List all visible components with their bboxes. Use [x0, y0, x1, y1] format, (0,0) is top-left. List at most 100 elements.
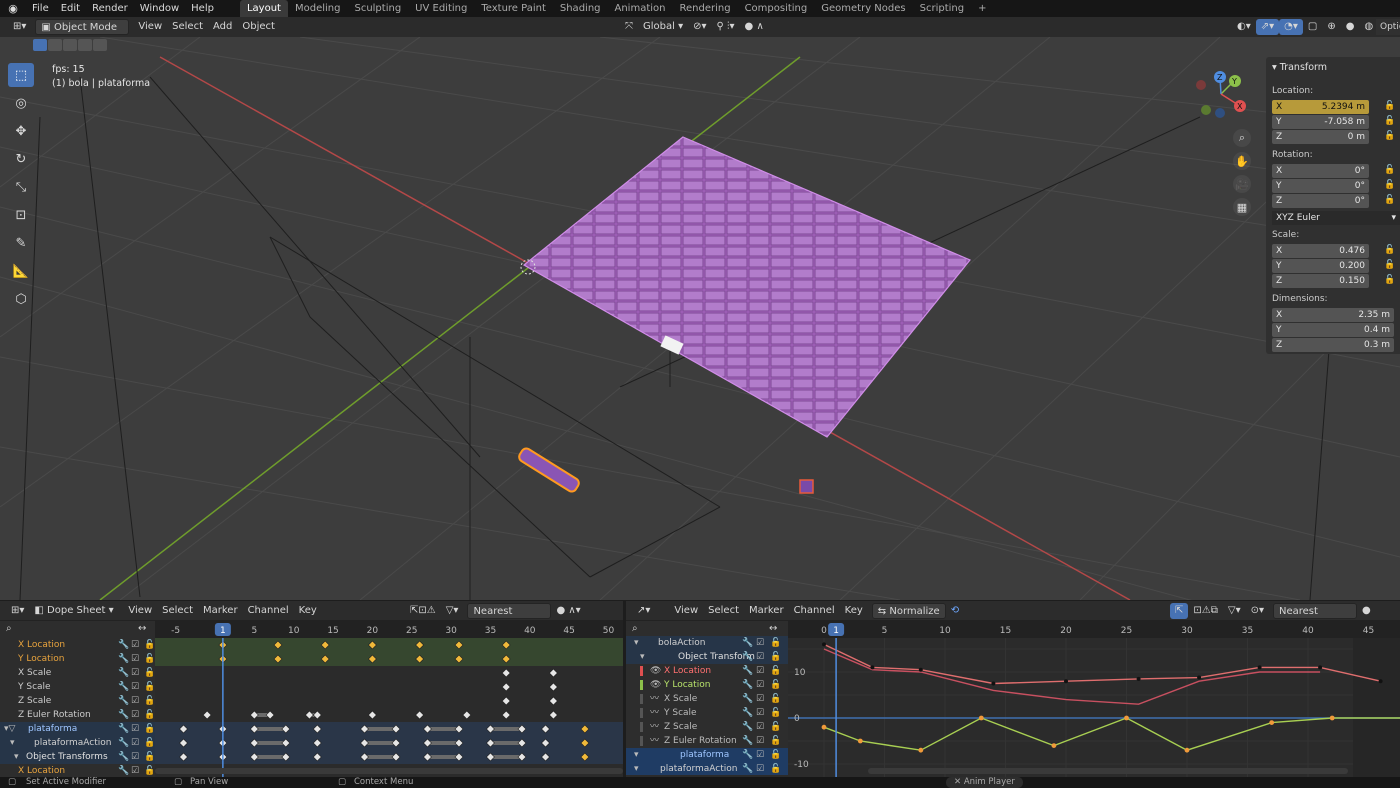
only-selected-icon[interactable]: ⇱	[1170, 603, 1189, 619]
checkbox-icon[interactable]: ☑	[131, 722, 139, 736]
channel-row[interactable]: Y Location 🔧 ☑ 🔓 👁	[626, 678, 788, 692]
modifier-icon[interactable]: 🔧	[742, 706, 753, 720]
curve-icon[interactable]: 〰	[650, 706, 659, 720]
curve-keyframe[interactable]	[1124, 715, 1129, 721]
transform-icon[interactable]: ⊡	[8, 203, 34, 227]
lock-icon[interactable]: 🔓	[1384, 116, 1395, 126]
rotation-x-field[interactable]: X 0°	[1272, 164, 1369, 178]
menu-marker[interactable]: Marker	[744, 603, 789, 619]
channel-row[interactable]: Y Scale 🔧 ☑ 🔓 〰	[626, 706, 788, 720]
lock-icon[interactable]: 🔓	[770, 664, 781, 678]
lock-icon[interactable]: 🔓	[1384, 131, 1395, 141]
lock-icon[interactable]: 🔓	[1384, 165, 1395, 175]
lock-icon[interactable]: 🔓	[770, 650, 781, 664]
rotation-y-field[interactable]: Y 0°	[1272, 179, 1369, 193]
keyframe[interactable]	[312, 710, 322, 720]
curve-keyframe[interactable]	[1136, 676, 1141, 681]
dimensions-x-field[interactable]: X 2.35 m	[1272, 308, 1394, 322]
channel-row[interactable]: plataforma 🔧 ☑ 🔓 ▾	[626, 748, 788, 762]
menu-view[interactable]: View	[133, 19, 167, 35]
pivot-icon[interactable]: ⊙▾	[1246, 603, 1269, 619]
lock-icon[interactable]: 🔓	[770, 706, 781, 720]
tab-rendering[interactable]: Rendering	[672, 0, 737, 17]
curve-keyframe[interactable]	[991, 681, 996, 686]
select-box-icon[interactable]: ⬚	[8, 63, 34, 87]
modifier-icon[interactable]: 🔧	[118, 764, 129, 777]
lock-icon[interactable]: 🔓	[144, 666, 155, 680]
channel-row[interactable]: plataformaAction 🔧 ☑ 🔓 ▾	[0, 736, 155, 750]
horizontal-scrollbar[interactable]	[155, 768, 623, 774]
lock-icon[interactable]: 🔓	[1384, 195, 1395, 205]
swap-icon[interactable]: ↔	[138, 623, 146, 634]
swap-icon[interactable]: ↔	[769, 623, 777, 634]
anim-player-badge[interactable]: ✕ Anim Player	[946, 777, 1023, 788]
snap-icon[interactable]: ⚲ ⫶▾	[712, 19, 740, 35]
graph-editor-type-icon[interactable]: ↗▾	[632, 603, 655, 619]
keyframe[interactable]	[415, 710, 425, 720]
plataforma-mesh[interactable]	[522, 136, 971, 438]
tab-texture-paint[interactable]: Texture Paint	[474, 0, 553, 17]
lock-icon[interactable]: 🔓	[144, 638, 155, 652]
location-x-field[interactable]: X 5.2394 m	[1272, 100, 1369, 114]
dopesheet-timeline[interactable]	[155, 638, 623, 777]
menu-marker[interactable]: Marker	[198, 603, 243, 619]
tab-layout[interactable]: Layout	[239, 0, 288, 17]
lock-icon[interactable]: 🔓	[144, 750, 155, 764]
curve-keyframe[interactable]	[918, 747, 924, 753]
curve-keyframe[interactable]	[1257, 665, 1262, 670]
select-intersect-icon[interactable]	[93, 39, 107, 51]
snap-select[interactable]: Nearest Frame ▾	[467, 603, 552, 633]
checkbox-icon[interactable]: ☑	[131, 694, 139, 708]
close-icon[interactable]: ✕	[954, 777, 964, 787]
eye-icon[interactable]: 👁	[650, 678, 661, 692]
options-button[interactable]: Optio	[1376, 19, 1400, 35]
modifier-icon[interactable]: 🔧	[118, 638, 129, 652]
modifier-icon[interactable]: 🔧	[742, 636, 753, 650]
tab-uv-editing[interactable]: UV Editing	[408, 0, 474, 17]
menu-add[interactable]: Add	[208, 19, 237, 35]
curve-icon[interactable]: 〰	[650, 692, 659, 706]
menu-select[interactable]: Select	[703, 603, 744, 619]
curve-keyframe[interactable]	[870, 665, 875, 670]
modifier-icon[interactable]: 🔧	[118, 736, 129, 750]
shading-solid-icon[interactable]: ●	[1341, 19, 1360, 35]
checkbox-icon[interactable]: ☑	[131, 764, 139, 777]
pivot-icon[interactable]: ⊘▾	[688, 19, 711, 35]
keyframe[interactable]	[305, 710, 314, 720]
menu-key[interactable]: Key	[294, 603, 322, 619]
curve-keyframe[interactable]	[1269, 720, 1275, 725]
small-cube-object[interactable]	[799, 479, 814, 494]
checkbox-icon[interactable]: ☑	[756, 636, 764, 650]
curve-icon[interactable]: 〰	[650, 734, 659, 748]
shading-wire-icon[interactable]: ⊕	[1322, 19, 1340, 35]
refresh-icon[interactable]: ⟲	[946, 603, 964, 619]
lock-icon[interactable]: 🔓	[770, 748, 781, 762]
channel-row[interactable]: bolaAction 🔧 ☑ 🔓 ▾	[626, 636, 788, 650]
rotate-icon[interactable]: ↻	[8, 147, 34, 171]
checkbox-icon[interactable]: ☑	[756, 678, 764, 692]
select-invert-icon[interactable]	[78, 39, 92, 51]
editor-type-icon[interactable]: ⊞▾	[6, 603, 29, 619]
y-location-curve[interactable]	[823, 717, 1400, 751]
lock-icon[interactable]: 🔓	[144, 736, 155, 750]
navigation-gizmo[interactable]: Y Z X	[1196, 71, 1246, 118]
checkbox-icon[interactable]: ☑	[131, 736, 139, 750]
tab-compositing[interactable]: Compositing	[738, 0, 815, 17]
expand-arrow-icon[interactable]: ▾	[14, 750, 19, 764]
scale-icon[interactable]: ⤡	[8, 175, 34, 199]
lock-icon[interactable]: 🔓	[1384, 180, 1395, 190]
curve-keyframe[interactable]	[1197, 675, 1202, 680]
tab-geometry-nodes[interactable]: Geometry Nodes	[814, 0, 912, 17]
visibility-icon[interactable]: ◐▾	[1232, 19, 1256, 35]
keyframe[interactable]	[548, 696, 558, 706]
keyframe[interactable]	[501, 682, 511, 692]
channel-row[interactable]: Z Euler Rotation 🔧 ☑ 🔓	[0, 708, 155, 722]
modifier-icon[interactable]: 🔧	[742, 748, 753, 762]
curve-keyframe[interactable]	[821, 724, 827, 730]
menu-edit[interactable]: Edit	[55, 0, 86, 17]
checkbox-icon[interactable]: ☑	[756, 650, 764, 664]
menu-channel[interactable]: Channel	[789, 603, 840, 619]
keyframe[interactable]	[202, 710, 212, 720]
xray-icon[interactable]: ▢	[1303, 19, 1322, 35]
lock-icon[interactable]: 🔓	[144, 694, 155, 708]
